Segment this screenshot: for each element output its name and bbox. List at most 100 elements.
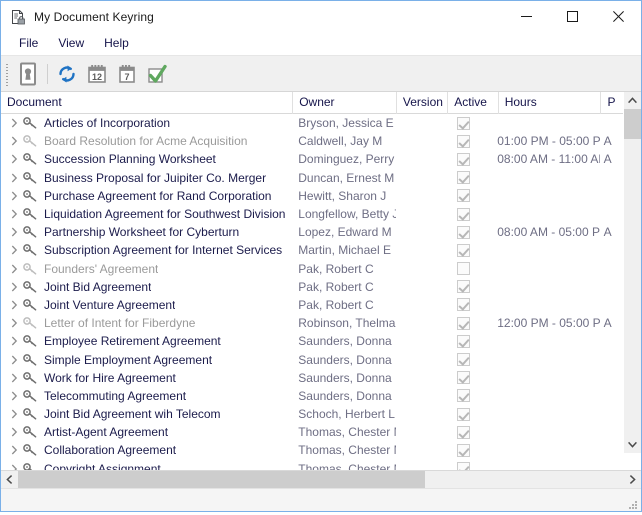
expander-icon[interactable] xyxy=(7,262,21,276)
approve-button[interactable] xyxy=(142,59,172,89)
refresh-button[interactable] xyxy=(52,59,82,89)
table-row[interactable]: Work for Hire Agreement Saunders, Donna I xyxy=(1,369,641,387)
cell-document[interactable]: Employee Retirement Agreement xyxy=(1,332,292,350)
table-row[interactable]: Simple Employment Agreement Saunders, Don… xyxy=(1,350,641,368)
cell-document[interactable]: Collaboration Agreement xyxy=(1,441,292,459)
active-checkbox[interactable] xyxy=(456,353,470,367)
horizontal-scrollbar[interactable] xyxy=(1,470,641,488)
table-row[interactable]: Employee Retirement Agreement Saunders, D… xyxy=(1,332,641,350)
column-header-hours[interactable]: Hours xyxy=(499,92,602,114)
cell-document[interactable]: Joint Bid Agreement xyxy=(1,278,292,296)
expander-icon[interactable] xyxy=(7,371,21,385)
table-row[interactable]: Partnership Worksheet for Cyberturn Lopez… xyxy=(1,223,641,241)
cell-document[interactable]: Partnership Worksheet for Cyberturn xyxy=(1,223,292,241)
calendar-week-button[interactable]: 7 xyxy=(112,59,142,89)
expander-icon[interactable] xyxy=(7,134,21,148)
active-checkbox[interactable] xyxy=(456,207,470,221)
cell-document[interactable]: Purchase Agreement for Rand Corporation xyxy=(1,187,292,205)
table-row[interactable]: Joint Venture Agreement Pak, Robert C xyxy=(1,296,641,314)
active-checkbox[interactable] xyxy=(456,116,470,130)
cell-document[interactable]: Articles of Incorporation xyxy=(1,114,292,132)
active-checkbox[interactable] xyxy=(456,462,470,470)
expander-icon[interactable] xyxy=(7,243,21,257)
expander-icon[interactable] xyxy=(7,280,21,294)
menu-item-file[interactable]: File xyxy=(9,33,48,54)
active-checkbox[interactable] xyxy=(456,389,470,403)
table-row[interactable]: Purchase Agreement for Rand Corporation H… xyxy=(1,187,641,205)
table-row[interactable]: Joint Bid Agreement wih Telecom Schoch, H… xyxy=(1,405,641,423)
expander-icon[interactable] xyxy=(7,171,21,185)
cell-document[interactable]: Joint Venture Agreement xyxy=(1,296,292,314)
expander-icon[interactable] xyxy=(7,443,21,457)
expander-icon[interactable] xyxy=(7,116,21,130)
cell-document[interactable]: Letter of Intent for Fiberdyne xyxy=(1,314,292,332)
table-row[interactable]: Letter of Intent for Fiberdyne Robinson, … xyxy=(1,314,641,332)
vertical-scroll-track[interactable] xyxy=(624,109,641,436)
expander-icon[interactable] xyxy=(7,353,21,367)
minimize-button[interactable] xyxy=(503,1,549,32)
active-checkbox[interactable] xyxy=(456,280,470,294)
table-row[interactable]: Subscription Agreement for Internet Serv… xyxy=(1,241,641,259)
expander-icon[interactable] xyxy=(7,152,21,166)
vertical-scrollbar[interactable] xyxy=(623,92,641,453)
cell-document[interactable]: Work for Hire Agreement xyxy=(1,369,292,387)
table-row[interactable]: Artist-Agent Agreement Thomas, Chester M xyxy=(1,423,641,441)
table-row[interactable]: Joint Bid Agreement Pak, Robert C xyxy=(1,278,641,296)
table-row[interactable]: Business Proposal for Juipiter Co. Merge… xyxy=(1,169,641,187)
active-checkbox[interactable] xyxy=(456,443,470,457)
active-checkbox[interactable] xyxy=(456,171,470,185)
expander-icon[interactable] xyxy=(7,298,21,312)
cell-document[interactable]: Succession Planning Worksheet xyxy=(1,150,292,168)
cell-document[interactable]: Telecommuting Agreement xyxy=(1,387,292,405)
active-checkbox[interactable] xyxy=(456,225,470,239)
horizontal-scroll-thumb[interactable] xyxy=(18,471,425,488)
active-checkbox[interactable] xyxy=(456,316,470,330)
column-header-active[interactable]: Active xyxy=(448,92,499,114)
cell-document[interactable]: Liquidation Agreement for Southwest Divi… xyxy=(1,205,292,223)
resize-grip-icon[interactable] xyxy=(626,497,638,509)
table-row[interactable]: Board Resolution for Acme Acquisition Cal… xyxy=(1,132,641,150)
scroll-left-button[interactable] xyxy=(1,471,18,488)
expander-icon[interactable] xyxy=(7,207,21,221)
table-row[interactable]: Copyright Assignment Thomas, Chester M xyxy=(1,460,641,470)
toolbar-grip[interactable] xyxy=(3,60,11,87)
cell-document[interactable]: Subscription Agreement for Internet Serv… xyxy=(1,241,292,259)
cell-document[interactable]: Copyright Assignment xyxy=(1,460,292,470)
expander-icon[interactable] xyxy=(7,316,21,330)
table-row[interactable]: Telecommuting Agreement Saunders, Donna I xyxy=(1,387,641,405)
maximize-button[interactable] xyxy=(549,1,595,32)
column-header-version[interactable]: Version xyxy=(397,92,449,114)
menu-item-help[interactable]: Help xyxy=(94,33,139,54)
expander-icon[interactable] xyxy=(7,334,21,348)
table-row[interactable]: Succession Planning Worksheet Dominguez, … xyxy=(1,150,641,168)
column-header-owner[interactable]: Owner xyxy=(293,92,397,114)
cell-document[interactable]: Joint Bid Agreement wih Telecom xyxy=(1,405,292,423)
active-checkbox[interactable] xyxy=(456,407,470,421)
active-checkbox[interactable] xyxy=(456,334,470,348)
table-row[interactable]: Founders' Agreement Pak, Robert C xyxy=(1,260,641,278)
cell-document[interactable]: Business Proposal for Juipiter Co. Merge… xyxy=(1,169,292,187)
column-header-document[interactable]: Document xyxy=(1,92,294,114)
cell-document[interactable]: Simple Employment Agreement xyxy=(1,351,292,369)
table-row[interactable]: Liquidation Agreement for Southwest Divi… xyxy=(1,205,641,223)
expander-icon[interactable] xyxy=(7,389,21,403)
active-checkbox[interactable] xyxy=(456,298,470,312)
expander-icon[interactable] xyxy=(7,462,21,470)
scroll-up-button[interactable] xyxy=(624,92,641,109)
active-checkbox[interactable] xyxy=(456,262,470,276)
keyhole-button[interactable] xyxy=(13,59,43,89)
menu-item-view[interactable]: View xyxy=(48,33,94,54)
expander-icon[interactable] xyxy=(7,407,21,421)
cell-document[interactable]: Founders' Agreement xyxy=(1,260,292,278)
title-bar[interactable]: My Document Keyring xyxy=(1,1,641,32)
active-checkbox[interactable] xyxy=(456,243,470,257)
active-checkbox[interactable] xyxy=(456,134,470,148)
expander-icon[interactable] xyxy=(7,425,21,439)
expander-icon[interactable] xyxy=(7,189,21,203)
cell-document[interactable]: Artist-Agent Agreement xyxy=(1,423,292,441)
active-checkbox[interactable] xyxy=(456,371,470,385)
cell-document[interactable]: Board Resolution for Acme Acquisition xyxy=(1,132,292,150)
table-row[interactable]: Collaboration Agreement Thomas, Chester M xyxy=(1,441,641,459)
active-checkbox[interactable] xyxy=(456,152,470,166)
vertical-scroll-thumb[interactable] xyxy=(624,109,641,139)
